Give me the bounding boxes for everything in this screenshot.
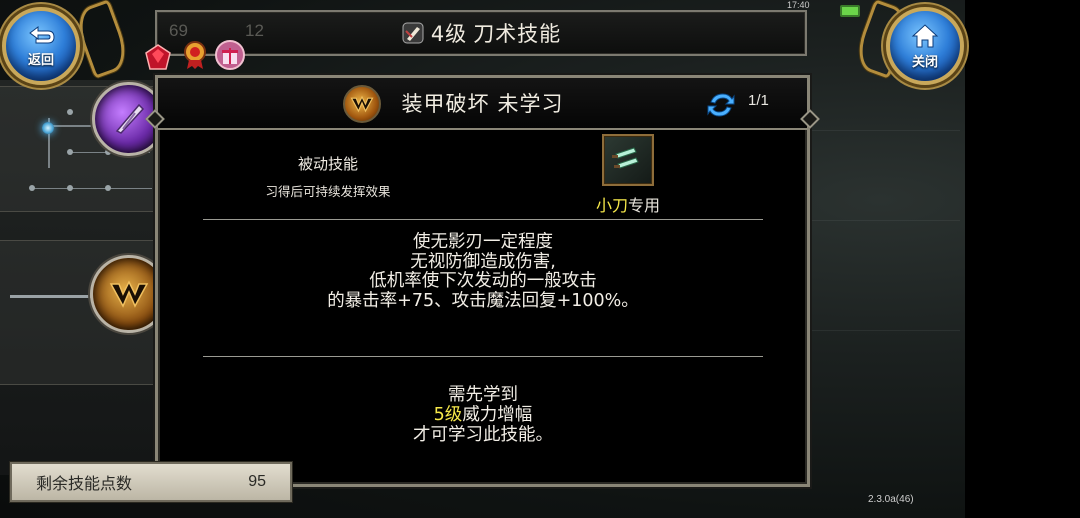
category-title-bar: 69 12 4级 刀术技能 <box>155 10 807 56</box>
tree-node[interactable] <box>67 149 73 155</box>
skill-header: 装甲破坏 未学习 1/1 <box>158 78 807 130</box>
weapon-suffix: 专用 <box>628 196 661 215</box>
blade-icon <box>402 22 424 44</box>
skill-status: 未学习 <box>497 92 564 116</box>
weapon-restriction: 小刀专用 <box>553 192 703 216</box>
close-button-label: 关闭 <box>911 54 938 70</box>
prereq-level: 5级 <box>433 405 463 425</box>
skill-tree-panel[interactable] <box>0 80 168 475</box>
tree-node[interactable] <box>29 185 35 191</box>
medal-icon[interactable] <box>180 40 210 70</box>
game-screen: 17:40 返回 关闭 69 12 4级 刀术技能 装甲破坏 未学习 1/1 被… <box>0 0 1080 518</box>
tree-node-selected[interactable] <box>42 122 54 134</box>
category-level: 4级 <box>430 22 468 46</box>
blade-icon <box>115 103 145 134</box>
refresh-icon[interactable] <box>706 90 736 120</box>
tree-node[interactable] <box>67 109 73 115</box>
effect-line: 低机率使下次发动的一般攻击 <box>369 271 597 291</box>
category-title: 4级 刀术技能 <box>157 12 805 54</box>
armor-break-icon <box>109 280 149 308</box>
battery-icon <box>840 5 860 17</box>
version-label: 2.3.0a(46) <box>868 494 914 505</box>
skill-effect: 使无影刃一定程度 无视防御造成伤害, 低机率使下次发动的一般攻击 的暴击率+75… <box>218 232 748 311</box>
home-icon <box>911 23 939 47</box>
effect-line: 使无影刃一定程度 <box>413 232 553 252</box>
prereq-line: 才可学习此技能。 <box>413 425 553 445</box>
ruby-icon[interactable] <box>143 42 173 72</box>
effect-line: 的暴击率+75、攻击魔法回复+100%。 <box>327 290 639 311</box>
weapon-type: 小刀 <box>595 196 628 215</box>
effect-line: 无视防御造成伤害, <box>410 251 556 272</box>
skill-type-description: 习得后可持续发挥效果 <box>265 184 391 199</box>
skill-points-label: 剩余技能点数 <box>36 474 133 493</box>
back-button[interactable]: 返回 <box>2 7 80 85</box>
skill-points-bar: 剩余技能点数 95 <box>10 462 292 502</box>
category-name: 刀术技能 <box>473 22 562 46</box>
prereq-line: 需先学到 <box>448 385 518 405</box>
return-arrow-icon <box>29 25 55 43</box>
back-button-label: 返回 <box>27 52 54 68</box>
prereq-skill: 威力增幅 <box>462 405 533 425</box>
close-button[interactable]: 关闭 <box>886 7 964 85</box>
skill-detail-dialog: 装甲破坏 未学习 1/1 被动技能 习得后可持续发挥效果 小刀专用 使无影刃一定… <box>145 75 820 487</box>
gift-icon[interactable] <box>215 40 245 70</box>
skill-type: 被动技能 <box>297 155 358 173</box>
letterbox-right <box>965 0 1080 518</box>
tree-node[interactable] <box>67 185 73 191</box>
dagger-icon <box>602 134 654 186</box>
skill-name: 装甲破坏 <box>401 92 490 116</box>
tree-node[interactable] <box>105 185 111 191</box>
divider <box>203 356 763 357</box>
skill-prerequisite: 需先学到 5级威力增幅 才可学习此技能。 <box>218 385 748 445</box>
page-indicator: 1/1 <box>748 92 769 109</box>
divider <box>203 219 763 220</box>
skill-points-value: 95 <box>248 473 266 490</box>
status-time: 17:40 <box>787 0 810 10</box>
